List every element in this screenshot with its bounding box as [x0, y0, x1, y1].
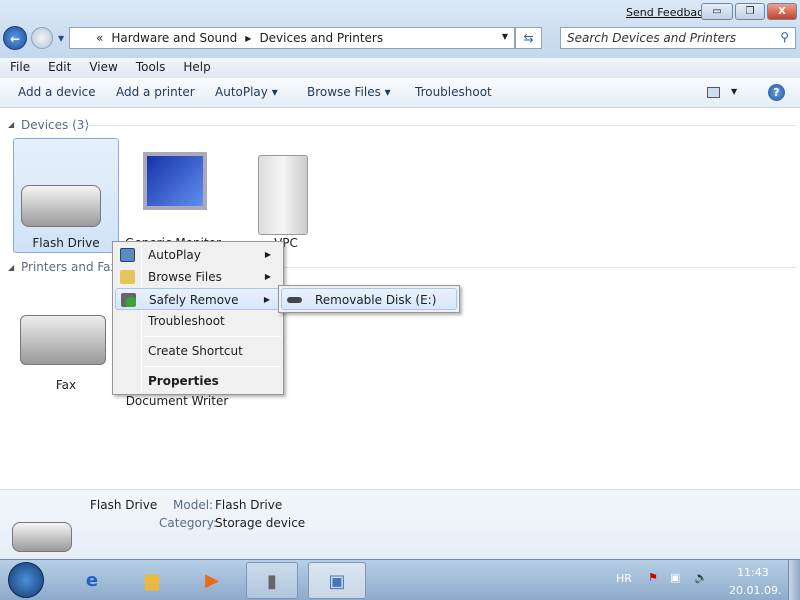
change-view-icon[interactable] — [707, 87, 720, 98]
help-icon[interactable]: ? — [768, 84, 785, 101]
flash-drive-icon — [12, 522, 72, 552]
autoplay-icon — [120, 248, 135, 262]
menu-item-autoplay[interactable]: AutoPlay ▶ — [115, 244, 281, 266]
address-overflow[interactable]: « — [96, 31, 103, 45]
taskbar: e ▆ ▶ ▮ ▣ HR ⚑ ▣ 🔈 11:43 20.01.09. — [0, 559, 800, 600]
collapse-printers-icon[interactable]: ◢ — [8, 263, 14, 272]
device-label: Flash Drive — [32, 236, 100, 250]
printer-label[interactable]: Document Writer — [120, 394, 234, 408]
troubleshoot-button[interactable]: Troubleshoot — [415, 85, 492, 99]
context-menu: AutoPlay ▶ Browse Files ▶ Safely Remove ▶ T… — [112, 241, 284, 395]
group-divider — [86, 125, 796, 126]
menu-help[interactable]: Help — [173, 58, 218, 78]
clock-time[interactable]: 11:43 — [737, 566, 769, 579]
search-input[interactable]: Search Devices and Printers ⚲ — [560, 27, 796, 49]
menu-item-label: Removable Disk (E:) — [315, 293, 437, 307]
taskbar-app-icon[interactable]: ▮ — [246, 562, 298, 599]
breadcrumb-arrow-icon[interactable]: ▶ — [245, 34, 251, 43]
menu-item-create-shortcut[interactable]: Create Shortcut — [115, 340, 281, 362]
menu-edit[interactable]: Edit — [38, 58, 79, 78]
menu-item-label: Troubleshoot — [148, 314, 225, 328]
devices-and-printers-taskbar-icon[interactable]: ▣ — [308, 562, 366, 599]
menu-item-label: Browse Files — [148, 270, 222, 284]
browse-files-button[interactable]: Browse Files ▾ — [307, 85, 391, 99]
details-name: Flash Drive — [90, 498, 158, 512]
menu-tools[interactable]: Tools — [126, 58, 174, 78]
monitor-icon[interactable] — [143, 152, 207, 210]
refresh-button[interactable]: ⇆ — [515, 27, 542, 49]
breadcrumb-devices-and-printers[interactable]: Devices and Printers — [259, 31, 383, 45]
address-dropdown-icon[interactable]: ▼ — [502, 32, 508, 41]
language-indicator[interactable]: HR — [616, 572, 632, 585]
menu-bar: File Edit View Tools Help — [0, 58, 800, 78]
details-pane: Flash Drive Model: Flash Drive Category:… — [0, 489, 800, 559]
printer-label[interactable]: Fax — [13, 378, 119, 392]
submenu-arrow-icon: ▶ — [264, 250, 271, 259]
flash-drive-icon — [21, 185, 101, 227]
menu-item-safely-remove[interactable]: Safely Remove ▶ — [115, 288, 281, 310]
menu-item-browse-files[interactable]: Browse Files ▶ — [115, 266, 281, 288]
clock-date[interactable]: 20.01.09. — [729, 584, 781, 597]
group-header-devices[interactable]: Devices (3) — [21, 118, 89, 132]
back-button[interactable]: ← — [3, 26, 27, 50]
fax-icon[interactable] — [20, 315, 106, 365]
close-button[interactable]: X — [767, 3, 797, 20]
minimize-button[interactable]: ▭ — [701, 3, 733, 20]
menu-item-label: Create Shortcut — [148, 344, 243, 358]
safely-remove-submenu: Removable Disk (E:) — [278, 285, 460, 313]
submenu-arrow-icon: ▶ — [264, 272, 271, 281]
action-center-icon[interactable]: ⚑ — [648, 571, 658, 584]
details-model: Flash Drive — [215, 498, 283, 512]
restore-button[interactable]: ❐ — [735, 3, 765, 20]
volume-icon[interactable]: 🔈 — [694, 571, 708, 584]
safely-remove-icon — [121, 293, 136, 307]
windows-explorer-icon[interactable]: ▆ — [126, 562, 178, 599]
menu-item-properties[interactable]: Properties — [115, 370, 281, 392]
menu-item-label: Safely Remove — [149, 293, 239, 307]
menu-item-label: AutoPlay — [148, 248, 201, 262]
menu-separator — [143, 366, 281, 367]
autoplay-button[interactable]: AutoPlay ▾ — [215, 85, 278, 99]
menu-view[interactable]: View — [79, 58, 125, 78]
system-tray: HR ⚑ ▣ 🔈 11:43 20.01.09. — [600, 560, 800, 600]
start-button[interactable] — [8, 562, 44, 598]
network-icon[interactable]: ▣ — [670, 571, 680, 584]
details-category: Storage device — [215, 516, 306, 530]
send-feedback-link[interactable]: Send Feedback — [626, 6, 710, 19]
details-model-label: Model: — [173, 498, 214, 512]
computer-icon[interactable] — [258, 155, 308, 235]
view-dropdown-icon[interactable]: ▼ — [731, 87, 737, 96]
menu-item-troubleshoot[interactable]: Troubleshoot — [115, 310, 281, 332]
add-printer-button[interactable]: Add a printer — [116, 85, 195, 99]
removable-disk-icon — [287, 297, 302, 303]
command-bar: Add a device Add a printer AutoPlay ▾ Br… — [0, 78, 800, 108]
address-bar[interactable]: « Hardware and Sound ▶ Devices and Print… — [69, 27, 515, 49]
search-placeholder: Search Devices and Printers — [567, 31, 737, 45]
folder-icon — [120, 270, 135, 284]
submenu-arrow-icon: ▶ — [263, 295, 270, 304]
add-device-button[interactable]: Add a device — [18, 85, 96, 99]
menu-item-label: Properties — [148, 374, 219, 388]
search-icon[interactable]: ⚲ — [780, 30, 789, 44]
history-dropdown-icon[interactable]: ▼ — [58, 34, 64, 43]
details-category-label: Category: — [159, 516, 217, 530]
internet-explorer-icon[interactable]: e — [66, 562, 118, 599]
forward-button[interactable] — [31, 27, 53, 49]
menu-item-removable-disk[interactable]: Removable Disk (E:) — [281, 288, 457, 310]
menu-file[interactable]: File — [0, 58, 38, 78]
collapse-devices-icon[interactable]: ◢ — [8, 120, 14, 129]
media-player-icon[interactable]: ▶ — [186, 562, 238, 599]
menu-separator — [143, 336, 281, 337]
breadcrumb-hardware-and-sound[interactable]: Hardware and Sound — [111, 31, 237, 45]
show-desktop-button[interactable] — [788, 560, 800, 600]
